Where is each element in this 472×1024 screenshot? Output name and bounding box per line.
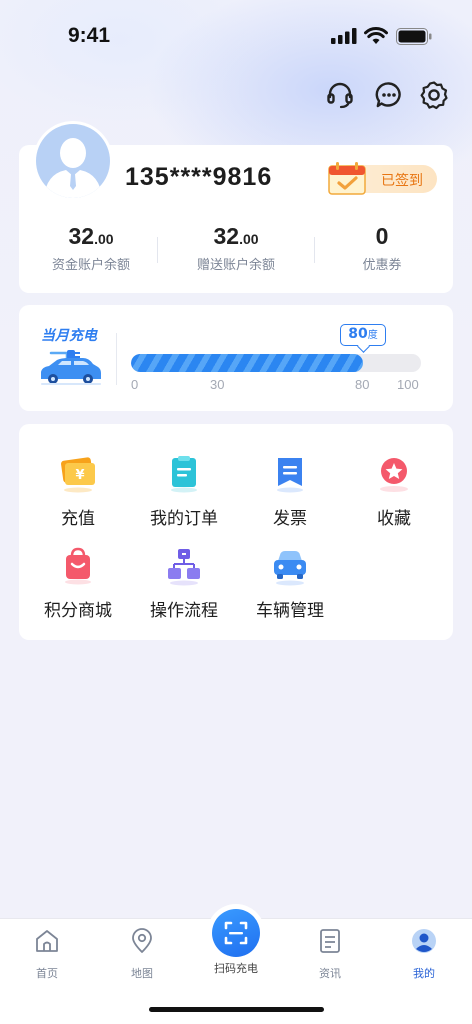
coupons[interactable]: 0 优惠券 bbox=[310, 223, 454, 273]
charge-tick: 30 bbox=[210, 377, 225, 392]
menu-favorites[interactable]: 收藏 bbox=[339, 454, 449, 529]
monthly-charge-title: 当月充电 bbox=[41, 328, 97, 344]
headset-icon[interactable] bbox=[325, 80, 355, 110]
invoice-icon bbox=[277, 458, 303, 493]
menu-label: 发票 bbox=[273, 509, 307, 529]
user-phone: 135****9816 bbox=[125, 163, 273, 191]
map-pin-icon bbox=[132, 928, 152, 953]
menu-invoice[interactable]: 发票 bbox=[235, 454, 345, 529]
wifi-icon bbox=[364, 27, 388, 44]
signin-badge[interactable]: 已签到 bbox=[328, 162, 437, 195]
menu-points-mall[interactable]: 积分商城 bbox=[23, 546, 133, 621]
status-bar: 9:41 bbox=[0, 0, 472, 72]
menu-vehicle[interactable]: 车辆管理 bbox=[235, 546, 345, 621]
points-mall-icon bbox=[65, 547, 91, 585]
tab-label: 我的 bbox=[413, 967, 435, 980]
recharge-icon: ¥ bbox=[61, 457, 95, 493]
charge-tick: 0 bbox=[131, 377, 139, 392]
settings-icon[interactable] bbox=[419, 80, 449, 110]
home-indicator bbox=[149, 1007, 324, 1012]
calendar-check-icon bbox=[328, 162, 366, 195]
gift-balance-int: 32 bbox=[213, 223, 240, 249]
menu-label: 收藏 bbox=[377, 509, 411, 529]
vehicle-icon bbox=[274, 551, 306, 586]
svg-text:¥: ¥ bbox=[75, 468, 84, 483]
status-time: 9:41 bbox=[68, 24, 111, 47]
battery-icon bbox=[396, 28, 432, 45]
charge-progress-bar bbox=[131, 354, 421, 372]
balance-stats: 32.00 资金账户余额 32.00 赠送账户余额 0 优惠券 bbox=[19, 223, 453, 279]
charge-value-bubble: 80度 bbox=[340, 324, 386, 346]
menu-label: 充值 bbox=[61, 509, 95, 529]
fund-balance-int: 32 bbox=[68, 223, 95, 249]
orders-icon bbox=[171, 456, 197, 493]
fund-balance[interactable]: 32.00 资金账户余额 bbox=[19, 223, 163, 273]
scan-charge-button[interactable] bbox=[212, 909, 260, 957]
home-icon bbox=[36, 930, 58, 952]
charge-progress-fill bbox=[131, 354, 363, 372]
charge-unit: 度 bbox=[367, 330, 378, 341]
electric-car-icon bbox=[41, 350, 101, 385]
tab-map[interactable]: 地图 bbox=[102, 927, 182, 981]
monthly-charge-card[interactable]: 当月充电 80度 0 30 80 100 bbox=[19, 305, 453, 411]
menu-label: 操作流程 bbox=[150, 601, 218, 621]
gift-balance-label: 赠送账户余额 bbox=[196, 258, 275, 273]
bottom-tab-bar: 首页 地图 扫码充电 资讯 我的 bbox=[0, 909, 472, 1024]
fund-balance-dec: .00 bbox=[94, 231, 114, 247]
tab-news[interactable]: 资讯 bbox=[290, 927, 370, 981]
gift-balance-dec: .00 bbox=[239, 231, 259, 247]
menu-label: 车辆管理 bbox=[256, 601, 324, 621]
profile-icon bbox=[412, 929, 436, 953]
menu-orders[interactable]: 我的订单 bbox=[129, 454, 239, 529]
feature-menu: ¥ 充值 我的订单 发票 收藏 积分商城 操作流程 车辆管理 bbox=[19, 424, 453, 640]
scan-icon bbox=[224, 921, 248, 945]
avatar[interactable] bbox=[33, 121, 113, 201]
coupons-label: 优惠券 bbox=[362, 258, 402, 273]
menu-recharge[interactable]: ¥ 充值 bbox=[23, 454, 133, 529]
coupons-count: 0 bbox=[375, 223, 389, 249]
charge-value: 80 bbox=[348, 326, 368, 342]
news-icon bbox=[320, 929, 340, 953]
gift-balance[interactable]: 32.00 赠送账户余额 bbox=[164, 223, 308, 273]
tab-label: 资讯 bbox=[319, 967, 341, 980]
tab-label: 首页 bbox=[36, 967, 58, 980]
menu-label: 积分商城 bbox=[44, 601, 112, 621]
cellular-signal-icon bbox=[331, 28, 357, 44]
process-icon bbox=[168, 549, 200, 586]
tab-profile[interactable]: 我的 bbox=[384, 927, 464, 981]
charge-tick: 100 bbox=[397, 377, 419, 392]
fund-balance-label: 资金账户余额 bbox=[51, 258, 130, 273]
signin-label: 已签到 bbox=[381, 173, 423, 189]
menu-process[interactable]: 操作流程 bbox=[129, 546, 239, 621]
favorites-icon bbox=[380, 458, 408, 492]
tab-scan-label[interactable]: 扫码充电 bbox=[196, 960, 276, 976]
divider bbox=[157, 237, 158, 263]
header-actions bbox=[0, 80, 472, 110]
charge-tick: 80 bbox=[355, 377, 370, 392]
chat-icon[interactable] bbox=[374, 80, 404, 110]
tab-label: 地图 bbox=[131, 967, 153, 980]
divider bbox=[116, 333, 117, 385]
menu-label: 我的订单 bbox=[150, 509, 218, 529]
tab-home[interactable]: 首页 bbox=[7, 927, 87, 981]
user-silhouette-icon bbox=[44, 138, 102, 198]
